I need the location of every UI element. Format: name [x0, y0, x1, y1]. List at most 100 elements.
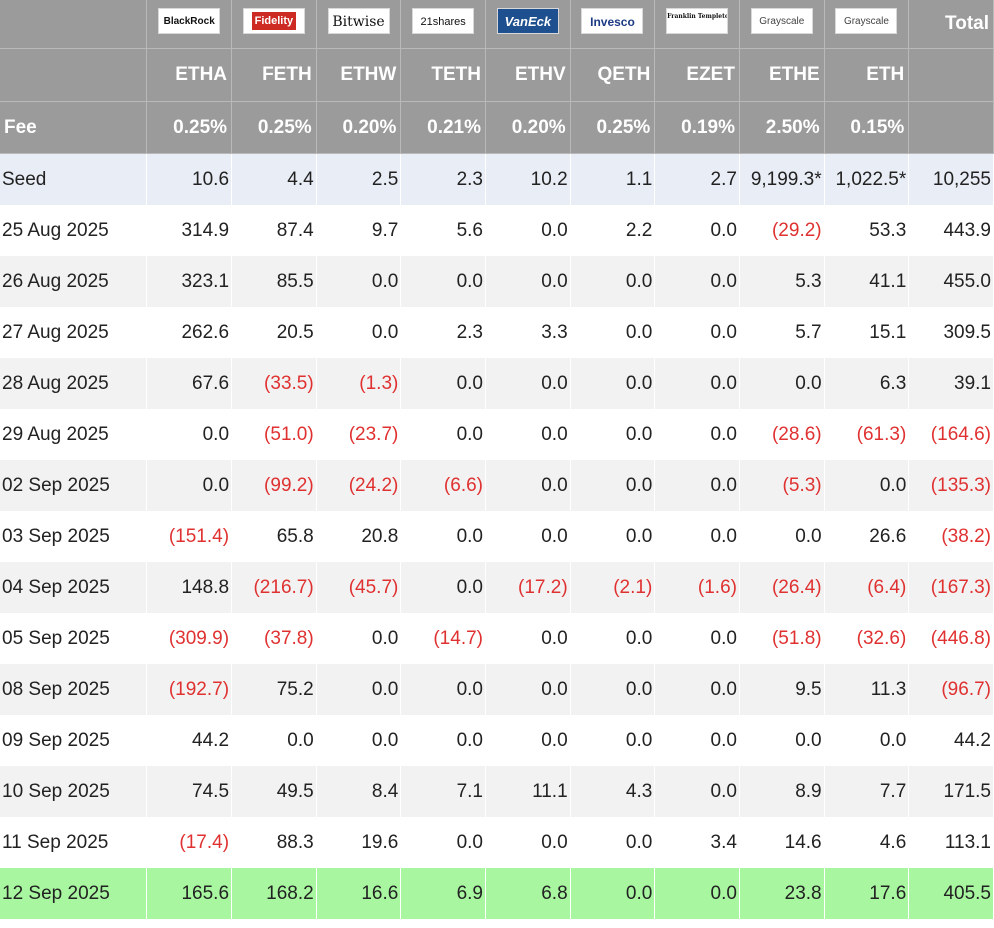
- flow-value-cell: 1,022.5*: [824, 153, 910, 205]
- table-row: 26 Aug 2025 323.1 85.5 0.0 0.0 0.0 0.0 0.0 5.3 41…: [0, 256, 994, 307]
- issuer-cell: 21shares: [400, 0, 486, 49]
- fidelity-logo: Fidelity: [242, 8, 305, 34]
- flow-value-cell: 0.0: [146, 460, 233, 511]
- flow-value-cell: 0.0: [400, 817, 486, 868]
- flow-value-cell: 0.0: [654, 358, 740, 409]
- date-cell: 05 Sep 2025: [0, 613, 148, 664]
- flow-value-cell: 44.2: [146, 715, 233, 766]
- flow-value-cell: (192.7): [146, 664, 233, 715]
- fee-cell: 0.20%: [485, 101, 571, 154]
- total-cell: (164.6): [908, 409, 994, 460]
- flow-value-cell: (17.4): [146, 817, 233, 868]
- total-cell: 39.1: [908, 358, 994, 409]
- flow-value-cell: 0.0: [485, 205, 571, 256]
- flow-value-cell: (26.4): [739, 562, 825, 613]
- fee-cell: 0.19%: [654, 101, 740, 154]
- flow-value-cell: (1.6): [654, 562, 740, 613]
- table-row: 25 Aug 2025 314.9 87.4 9.7 5.6 0.0 2.2 0.0 (29.2…: [0, 205, 994, 256]
- flow-value-cell: 74.5: [146, 766, 233, 817]
- total-cell: (96.7): [908, 664, 994, 715]
- flow-value-cell: (32.6): [824, 613, 910, 664]
- flow-value-cell: 0.0: [654, 613, 740, 664]
- flow-value-cell: 2.2: [570, 205, 656, 256]
- table-row: 04 Sep 2025 148.8 (216.7) (45.7) 0.0 (17.2) (2…: [0, 562, 994, 613]
- issuer-logo-row: BlackRock Fidelity Bitwise 21shares VanE…: [0, 0, 994, 49]
- flow-value-cell: 0.0: [739, 358, 825, 409]
- flow-value-cell: 0.0: [316, 664, 402, 715]
- flow-value-cell: 5.6: [400, 205, 486, 256]
- flow-value-cell: 0.0: [485, 358, 571, 409]
- fee-cell: 0.25%: [570, 101, 656, 154]
- total-cell: 443.9: [908, 205, 994, 256]
- flow-value-cell: (51.0): [231, 409, 317, 460]
- flow-value-cell: 3.3: [485, 307, 571, 358]
- total-ticker-cell: [908, 48, 994, 102]
- flow-rows: Seed 10.6 4.4 2.5 2.3 10.2 1.1 2.7 9,199.3* 1,022…: [0, 153, 994, 919]
- 21shares-logo: 21shares: [412, 8, 475, 34]
- table-row: 09 Sep 2025 44.2 0.0 0.0 0.0 0.0 0.0 0.0 0.0 0.0 4…: [0, 715, 994, 766]
- flow-value-cell: 314.9: [146, 205, 233, 256]
- flow-value-cell: 75.2: [231, 664, 317, 715]
- flow-value-cell: (216.7): [231, 562, 317, 613]
- table-row: 10 Sep 2025 74.5 49.5 8.4 7.1 11.1 4.3 0.0 8.9 7.…: [0, 766, 994, 817]
- flow-value-cell: 0.0: [654, 460, 740, 511]
- date-cell: 25 Aug 2025: [0, 205, 148, 256]
- flow-value-cell: 2.3: [400, 153, 486, 205]
- flow-value-cell: 0.0: [654, 307, 740, 358]
- flow-value-cell: 0.0: [316, 256, 402, 307]
- ticker-header: ETHW: [316, 48, 402, 102]
- etf-flows-table: BlackRock Fidelity Bitwise 21shares VanE…: [0, 0, 994, 919]
- flow-value-cell: 87.4: [231, 205, 317, 256]
- flow-value-cell: 6.8: [485, 868, 571, 919]
- table-row: 05 Sep 2025 (309.9) (37.8) 0.0 (14.7) 0.0 0.0 0…: [0, 613, 994, 664]
- flow-value-cell: 262.6: [146, 307, 233, 358]
- flow-value-cell: 0.0: [400, 256, 486, 307]
- flow-value-cell: (24.2): [316, 460, 402, 511]
- flow-value-cell: 20.8: [316, 511, 402, 562]
- flow-value-cell: 0.0: [146, 409, 233, 460]
- flow-value-cell: (28.6): [739, 409, 825, 460]
- grayscale-logo: Grayscale: [750, 8, 813, 34]
- flow-value-cell: 0.0: [485, 715, 571, 766]
- flow-value-cell: 0.0: [400, 715, 486, 766]
- flow-value-cell: 41.1: [824, 256, 910, 307]
- date-cell: 08 Sep 2025: [0, 664, 148, 715]
- total-cell: 44.2: [908, 715, 994, 766]
- flow-value-cell: 2.7: [654, 153, 740, 205]
- flow-value-cell: 165.6: [146, 868, 233, 919]
- flow-value-cell: (151.4): [146, 511, 233, 562]
- flow-value-cell: (29.2): [739, 205, 825, 256]
- fee-cell: 0.25%: [231, 101, 317, 154]
- flow-value-cell: 0.0: [570, 664, 656, 715]
- flow-value-cell: 0.0: [485, 460, 571, 511]
- flow-value-cell: (2.1): [570, 562, 656, 613]
- flow-value-cell: 0.0: [400, 664, 486, 715]
- seed-label: Seed: [0, 153, 148, 205]
- flow-value-cell: 7.1: [400, 766, 486, 817]
- ticker-header: FETH: [231, 48, 317, 102]
- table-row: 11 Sep 2025 (17.4) 88.3 19.6 0.0 0.0 0.0 3.4 14.…: [0, 817, 994, 868]
- fee-cell: 0.15%: [824, 101, 910, 154]
- flow-value-cell: 0.0: [570, 511, 656, 562]
- date-cell: 03 Sep 2025: [0, 511, 148, 562]
- table-row: 03 Sep 2025 (151.4) 65.8 20.8 0.0 0.0 0.0 0.0 0.…: [0, 511, 994, 562]
- fee-label: Fee: [0, 101, 148, 154]
- flow-value-cell: 148.8: [146, 562, 233, 613]
- flow-value-cell: 9,199.3*: [739, 153, 825, 205]
- date-cell: 26 Aug 2025: [0, 256, 148, 307]
- flow-value-cell: 6.3: [824, 358, 910, 409]
- date-cell: 12 Sep 2025: [0, 868, 148, 919]
- flow-value-cell: 19.6: [316, 817, 402, 868]
- flow-value-cell: 0.0: [316, 307, 402, 358]
- flow-value-cell: 0.0: [570, 613, 656, 664]
- flow-value-cell: 0.0: [485, 256, 571, 307]
- flow-value-cell: (17.2): [485, 562, 571, 613]
- flow-value-cell: 0.0: [570, 817, 656, 868]
- issuer-cell: Grayscale: [739, 0, 825, 49]
- flow-value-cell: 53.3: [824, 205, 910, 256]
- flow-value-cell: 0.0: [485, 664, 571, 715]
- flow-value-cell: 0.0: [824, 460, 910, 511]
- issuer-cell: Invesco: [570, 0, 656, 49]
- flow-value-cell: 10.6: [146, 153, 233, 205]
- date-cell: 02 Sep 2025: [0, 460, 148, 511]
